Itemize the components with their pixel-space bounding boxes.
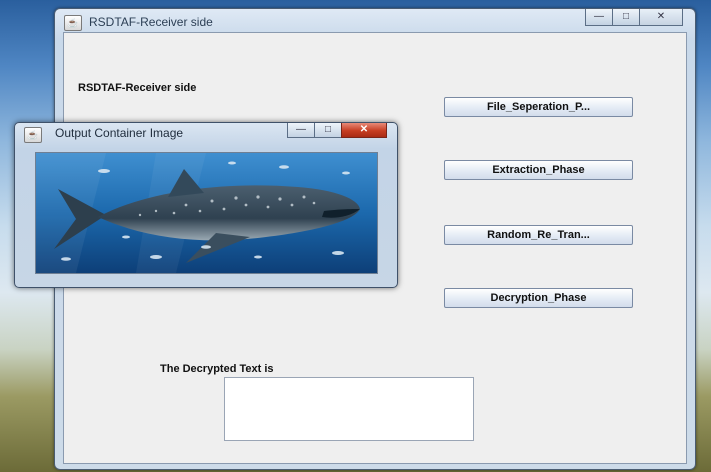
java-app-icon: ☕	[24, 127, 42, 143]
minimize-button[interactable]: —	[287, 123, 315, 138]
file-separation-button[interactable]: File_Seperation_P...	[444, 97, 633, 117]
page-heading: RSDTAF-Receiver side	[78, 82, 197, 94]
close-button[interactable]: ✕	[639, 9, 683, 26]
extraction-phase-button[interactable]: Extraction_Phase	[444, 160, 633, 180]
decryption-phase-button[interactable]: Decryption_Phase	[444, 288, 633, 308]
minimize-button[interactable]: —	[585, 9, 613, 26]
popup-caption-buttons: — □ ✕	[287, 123, 387, 141]
main-window-caption-buttons: — □ ✕	[585, 9, 683, 27]
whale-shark-image	[36, 153, 377, 273]
maximize-button[interactable]: □	[314, 123, 342, 138]
popup-window-title: Output Container Image	[55, 126, 184, 140]
output-container-image-window: ☕ Output Container Image — □ ✕	[14, 122, 398, 288]
maximize-button[interactable]: □	[612, 9, 640, 26]
decrypted-text-label: The Decrypted Text is	[160, 363, 274, 375]
main-window-title: RSDTAF-Receiver side	[89, 15, 213, 29]
random-re-transform-button[interactable]: Random_Re_Tran...	[444, 225, 633, 245]
container-image	[35, 152, 378, 274]
decrypted-text-area[interactable]	[224, 377, 474, 441]
java-app-icon: ☕	[64, 15, 82, 31]
close-button[interactable]: ✕	[341, 123, 387, 138]
